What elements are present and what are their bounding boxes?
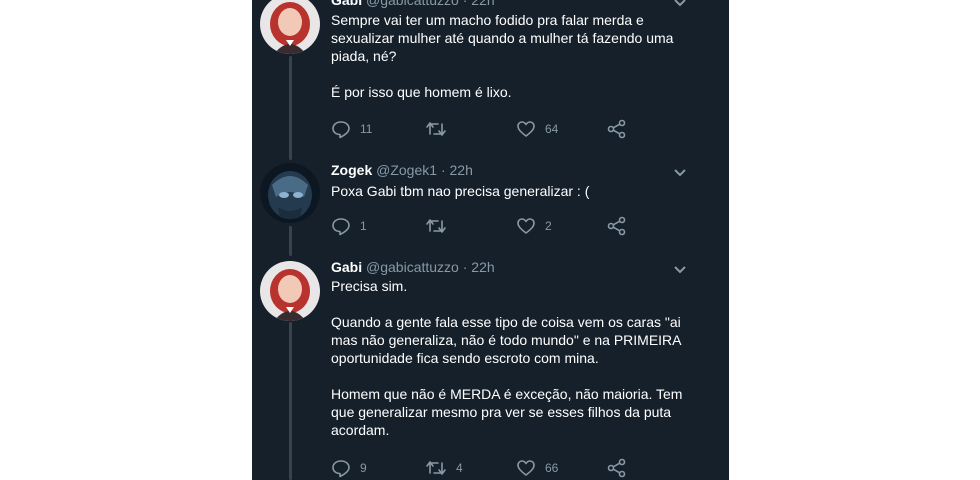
- reply-count: 9: [360, 461, 367, 475]
- heart-icon: [517, 460, 535, 476]
- share-icon: [607, 216, 626, 236]
- tweet-paragraph: Precisa sim.: [331, 278, 408, 294]
- tweet-text: Sempre vai ter um macho fodido pra falar…: [331, 11, 701, 101]
- tweet-header: Gabi @gabicattuzzo · 22h: [331, 0, 495, 8]
- like-button[interactable]: 64: [516, 119, 558, 139]
- author-handle[interactable]: @Zogek1: [376, 162, 437, 178]
- like-count: 64: [545, 122, 559, 136]
- separator-dot: ·: [462, 259, 468, 275]
- reply-count: 11: [360, 122, 373, 136]
- retweet-icon: [426, 122, 446, 136]
- avatar[interactable]: [260, 163, 320, 223]
- author-name[interactable]: Gabi: [331, 0, 362, 8]
- tweet-text: Poxa Gabi tbm nao precisa generalizar : …: [331, 182, 701, 200]
- share-icon: [607, 119, 626, 139]
- avatar[interactable]: [260, 261, 320, 321]
- like-button[interactable]: 66: [516, 458, 558, 478]
- tweet-paragraph: É por isso que homem é lixo.: [331, 84, 512, 100]
- retweet-count: 4: [456, 461, 463, 475]
- reply-icon: [332, 121, 350, 139]
- reply-button[interactable]: 9: [331, 458, 367, 478]
- timestamp[interactable]: 22h: [471, 0, 494, 8]
- separator-dot: ·: [462, 0, 468, 8]
- author-name[interactable]: Gabi: [331, 259, 362, 275]
- chevron-down-icon[interactable]: [672, 261, 688, 277]
- share-button[interactable]: [607, 216, 627, 236]
- timestamp[interactable]: 22h: [471, 259, 494, 275]
- timestamp[interactable]: 22h: [450, 162, 473, 178]
- chevron-down-icon[interactable]: [672, 164, 688, 180]
- chevron-down-icon[interactable]: [672, 0, 688, 10]
- author-handle[interactable]: @gabicattuzzo: [366, 259, 459, 275]
- retweet-button[interactable]: 4: [425, 458, 463, 478]
- retweet-icon: [426, 219, 446, 233]
- share-icon: [607, 458, 626, 478]
- tweet-actions: 9 4 66: [331, 458, 631, 478]
- tweet-paragraph: Poxa Gabi tbm nao precisa generalizar : …: [331, 183, 590, 199]
- avatar[interactable]: [260, 0, 320, 54]
- separator-dot: ·: [440, 162, 446, 178]
- tweet-paragraph: Homem que não é MERDA é exceção, não mai…: [331, 386, 683, 438]
- thread-line: [289, 56, 292, 160]
- reply-count: 1: [360, 219, 367, 233]
- reply-icon: [332, 460, 350, 478]
- author-handle[interactable]: @gabicattuzzo: [366, 0, 459, 8]
- retweet-icon: [426, 461, 446, 475]
- thread-line: [289, 226, 292, 256]
- tweet-header: Zogek @Zogek1 · 22h: [331, 162, 473, 178]
- author-name[interactable]: Zogek: [331, 162, 372, 178]
- retweet-button[interactable]: [425, 216, 456, 236]
- timeline: Gabi @gabicattuzzo · 22h Sempre vai ter …: [252, 0, 729, 480]
- reply-button[interactable]: 1: [331, 216, 367, 236]
- reply-button[interactable]: 11: [331, 119, 372, 139]
- tweet-actions: 1 2: [331, 216, 631, 236]
- like-button[interactable]: 2: [516, 216, 552, 236]
- share-button[interactable]: [607, 458, 627, 478]
- tweet-paragraph: Sempre vai ter um macho fodido pra falar…: [331, 12, 674, 64]
- retweet-button[interactable]: [425, 119, 456, 139]
- share-button[interactable]: [607, 119, 627, 139]
- heart-icon: [517, 121, 535, 137]
- tweet-actions: 11 64: [331, 119, 631, 139]
- thread-line: [289, 322, 292, 480]
- heart-icon: [517, 218, 535, 234]
- tweet-text: Precisa sim. Quando a gente fala esse ti…: [331, 277, 701, 439]
- tweet-paragraph: Quando a gente fala esse tipo de coisa v…: [331, 314, 681, 366]
- tweet-header: Gabi @gabicattuzzo · 22h: [331, 259, 495, 275]
- reply-icon: [332, 218, 350, 236]
- like-count: 66: [545, 461, 559, 475]
- like-count: 2: [545, 219, 552, 233]
